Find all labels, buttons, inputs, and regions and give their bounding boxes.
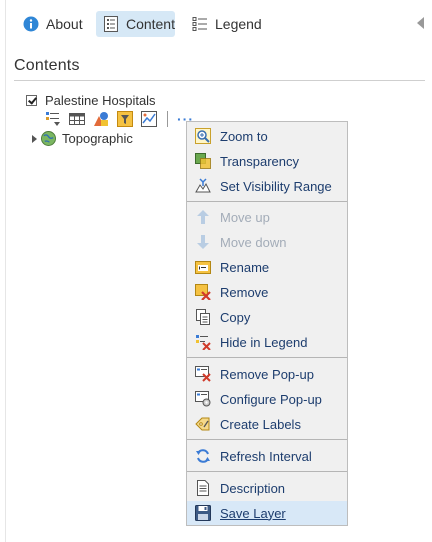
menu-item-copy[interactable]: Copy [187,305,347,329]
layer-context-menu: Zoom to Transparency Set Visibility Rang… [186,121,348,526]
menu-item-rename[interactable]: Rename [187,255,347,279]
basemap-row: Topographic [32,131,133,146]
expand-arrow-icon[interactable] [32,134,37,143]
zoom-to-icon [195,128,211,144]
remove-icon [195,284,211,300]
menu-item-label: Move up [220,209,270,225]
menu-item-refresh-interval[interactable]: Refresh Interval [187,444,347,468]
configure-popup-icon [195,391,211,407]
layer-toolbar: ··· [45,111,194,127]
tab-content[interactable]: Content [96,11,175,37]
menu-separator [187,471,347,472]
description-icon [197,480,209,496]
menu-separator [187,201,347,202]
save-icon [195,505,211,521]
menu-item-label: Remove [220,284,269,300]
menu-item-label: Rename [220,259,270,275]
menu-item-create-labels[interactable]: Create Labels [187,412,347,436]
refresh-icon [196,449,210,463]
menu-separator [187,439,347,440]
menu-item-save-layer[interactable]: Save Layer [187,501,347,525]
menu-item-label: Create Labels [220,416,301,432]
copy-icon [196,309,210,325]
basemap-globe-icon [41,131,56,146]
menu-item-label: Transparency [220,153,299,169]
hide-legend-icon [196,335,211,350]
menu-item-zoom-to[interactable]: Zoom to [187,124,347,148]
menu-item-label: Description [220,480,286,496]
menu-item-configure-popup[interactable]: Configure Pop-up [187,387,347,411]
layer-name[interactable]: Palestine Hospitals [45,93,156,108]
legend-icon [192,17,207,31]
menu-separator [187,357,347,358]
menu-item-label: Refresh Interval [220,448,312,464]
info-icon [23,16,39,32]
menu-item-label: Save Layer [220,505,286,521]
content-list-icon [103,16,118,32]
layer-visibility-checkbox[interactable] [26,95,37,106]
menu-item-label: Remove Pop-up [220,366,314,382]
transparency-icon [195,153,211,169]
menu-item-move-down: Move down [187,230,347,254]
menu-item-remove[interactable]: Remove [187,280,347,304]
tab-about-label: About [46,16,83,32]
menu-item-label: Set Visibility Range [220,178,332,194]
menu-item-remove-popup[interactable]: Remove Pop-up [187,362,347,386]
menu-item-label: Move down [220,234,287,250]
tab-bar: About Content Legend [6,0,432,48]
menu-item-hide-in-legend[interactable]: Hide in Legend [187,330,347,354]
menu-item-set-visibility-range[interactable]: Set Visibility Range [187,174,347,198]
menu-item-move-up: Move up [187,205,347,229]
rename-icon [195,261,211,274]
remove-popup-icon [195,366,211,382]
tab-legend-label: Legend [215,16,262,32]
tab-legend[interactable]: Legend [192,11,268,37]
menu-item-label: Configure Pop-up [220,391,322,407]
section-title: Contents [14,57,80,74]
attribute-table-icon[interactable] [69,111,85,127]
menu-item-label: Zoom to [220,128,268,144]
create-labels-icon [195,417,210,431]
tab-content-label: Content [125,16,175,32]
visibility-range-icon [195,178,211,193]
toolbar-separator [167,111,168,127]
menu-item-label: Hide in Legend [220,334,308,350]
arrow-up-icon [197,210,209,224]
divider [14,80,425,81]
layer-row: Palestine Hospitals [26,93,156,108]
menu-item-description[interactable]: Description [187,476,347,500]
change-style-icon[interactable] [93,111,109,127]
basemap-name[interactable]: Topographic [62,131,133,146]
show-legend-icon[interactable] [45,111,61,127]
menu-item-label: Copy [220,309,251,325]
perform-analysis-icon[interactable] [141,111,157,127]
arrow-down-icon [197,235,209,249]
tab-about[interactable]: About [23,11,85,37]
collapse-panel-icon[interactable] [417,17,424,29]
filter-icon[interactable] [117,111,133,127]
menu-item-transparency[interactable]: Transparency [187,149,347,173]
